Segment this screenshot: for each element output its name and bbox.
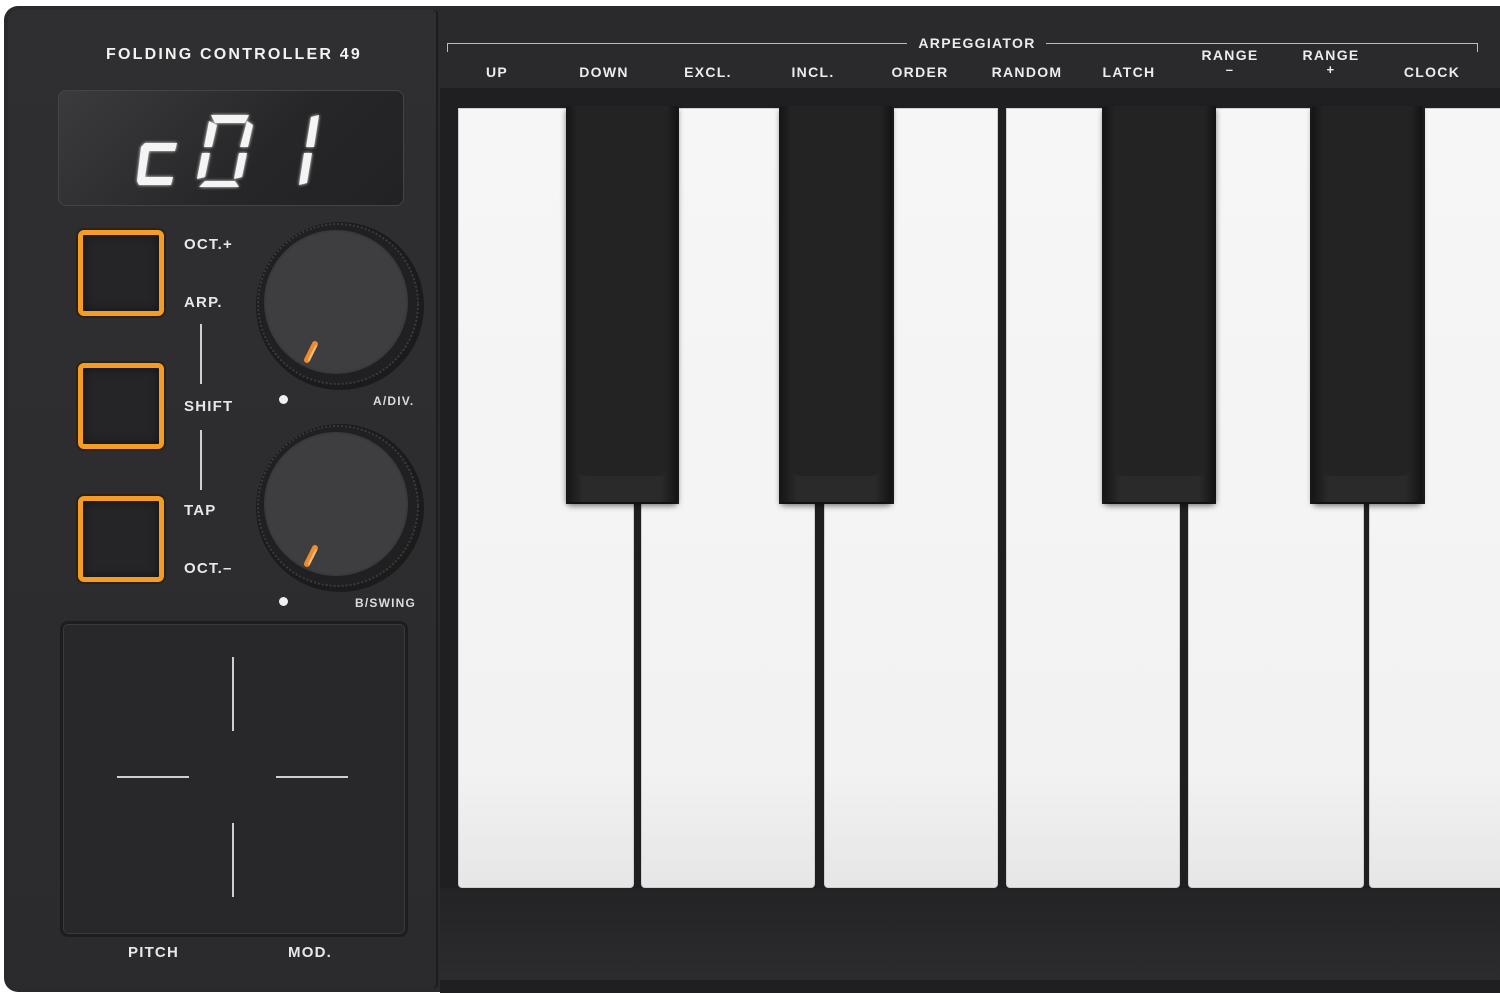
knob-a-label: A/DIV. (373, 394, 415, 408)
arp-function-down: DOWN (579, 64, 629, 80)
oct-minus-label: OCT.– (184, 560, 233, 577)
black-key-top (1115, 106, 1204, 476)
display-digits-icon (137, 115, 319, 187)
black-key[interactable] (780, 106, 892, 502)
led-display (58, 90, 404, 206)
tap-label: TAP (184, 502, 217, 519)
pitch-label: PITCH (128, 944, 179, 961)
knob-b-label: B/SWING (355, 596, 417, 610)
touchpad-guide (117, 776, 189, 778)
pitch-mod-touchpad[interactable] (60, 621, 408, 937)
arp-bracket-left (447, 43, 907, 44)
shift-pad[interactable] (78, 363, 164, 449)
arpeggiator-title: ARPEGGIATOR (918, 35, 1036, 51)
arp-label: ARP. (184, 294, 223, 311)
arp-function-clock: CLOCK (1403, 64, 1461, 80)
knob-b-indicator (279, 597, 288, 606)
divider (200, 430, 202, 490)
arp-function-range-plus: RANGE + (1291, 47, 1371, 77)
black-key-top (792, 106, 880, 476)
arp-function-random: RANDOM (991, 64, 1063, 80)
arp-function-incl: INCL. (791, 64, 835, 80)
black-key[interactable] (1312, 106, 1422, 502)
arp-function-latch: LATCH (1102, 64, 1156, 80)
arp-function-order: ORDER (891, 64, 949, 80)
arp-function-up: UP (485, 64, 509, 80)
arp-function-range-minus: RANGE – (1190, 47, 1270, 77)
tap-oct-minus-pad[interactable] (78, 496, 164, 582)
keybed-rail (440, 888, 1500, 980)
knob-b[interactable] (254, 422, 426, 594)
range-minus-sign: – (1225, 62, 1235, 77)
oct-plus-arp-pad[interactable] (78, 230, 164, 316)
black-key-top (1324, 106, 1410, 476)
range-plus-sign: + (1326, 62, 1336, 77)
mod-label: MOD. (288, 944, 332, 961)
divider (200, 324, 202, 384)
touchpad-guide (276, 776, 348, 778)
oct-plus-label: OCT.+ (184, 236, 233, 253)
model-title: FOLDING CONTROLLER 49 (106, 46, 362, 63)
touchpad-guide (232, 657, 234, 731)
black-key[interactable] (1103, 106, 1216, 502)
knob-a-indicator (279, 395, 288, 404)
range-label: RANGE (1201, 47, 1259, 63)
shift-label: SHIFT (184, 398, 234, 415)
arp-bracket-tick (447, 43, 448, 52)
arp-bracket-right (1046, 43, 1478, 44)
touchpad-guide (232, 823, 234, 897)
knob-icon (256, 424, 424, 592)
arp-bracket-tick (1477, 43, 1478, 52)
black-key-top (578, 106, 666, 476)
knob-icon (256, 222, 424, 390)
arp-function-excl: EXCL. (684, 64, 732, 80)
range-label: RANGE (1302, 47, 1360, 63)
black-key[interactable] (566, 106, 678, 502)
knob-a[interactable] (254, 220, 426, 392)
